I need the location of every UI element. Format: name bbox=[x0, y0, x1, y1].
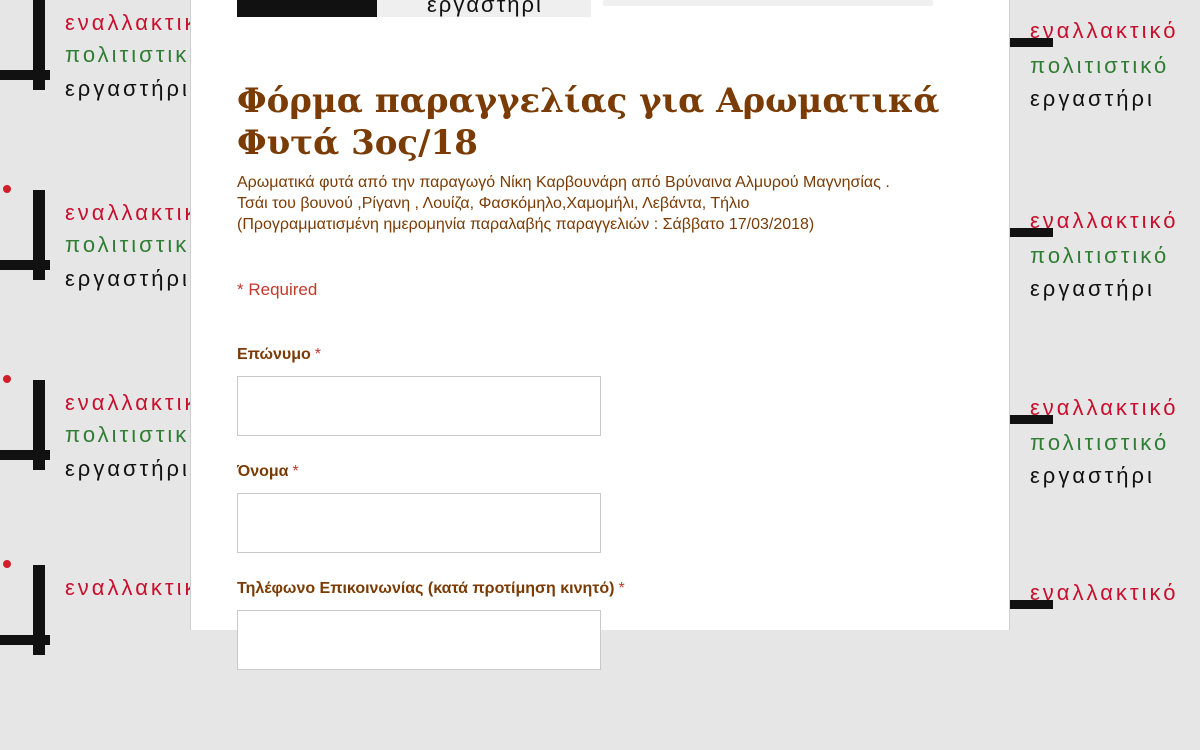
background-logo-tile: εναλλακτικό bbox=[0, 555, 210, 735]
question-first-name: Όνομα * bbox=[237, 463, 601, 553]
required-star: * bbox=[314, 346, 321, 363]
form-panel: εργαστήρι Φόρμα παραγγελίας για Αρωματικ… bbox=[190, 0, 1010, 670]
required-star: * bbox=[292, 463, 299, 480]
question-label: Επώνυμο * bbox=[237, 346, 321, 363]
form-description: Αρωματικά φυτά από την παραγωγό Νίκη Καρ… bbox=[237, 174, 890, 233]
question-surname: Επώνυμο * bbox=[237, 346, 601, 436]
question-label: Τηλέφωνο Επικοινωνίας (κατά προτίμηση κι… bbox=[237, 580, 625, 597]
phone-input[interactable] bbox=[237, 610, 601, 670]
background-logo-tile: εναλλακτικό πολιτιστικό εργαστήρι bbox=[1008, 8, 1200, 188]
background-logo-tile: εναλλακτικό πολιτιστικό εργαστήρι bbox=[1008, 385, 1200, 565]
header-strip bbox=[603, 0, 933, 6]
background-logo-tile: εναλλακτικό πολιτιστικό εργαστήρι bbox=[0, 0, 210, 170]
background-logo-tile: εναλλακτικό πολιτιστικό εργαστήρι bbox=[0, 370, 210, 550]
header-logo-image: εργαστήρι bbox=[237, 0, 591, 17]
first-name-input[interactable] bbox=[237, 493, 601, 553]
form-title: Φόρμα παραγγελίας για Αρωματικά Φυτά 3ος… bbox=[237, 81, 940, 163]
required-star: * bbox=[618, 580, 625, 597]
surname-input[interactable] bbox=[237, 376, 601, 436]
background-logo-tile: εναλλακτικό bbox=[1008, 570, 1200, 750]
header-logo-text: εργαστήρι bbox=[427, 0, 543, 17]
required-note: * Required bbox=[237, 280, 318, 299]
background-logo-tile: εναλλακτικό πολιτιστικό εργαστήρι bbox=[1008, 198, 1200, 378]
background-logo-tile: εναλλακτικό πολιτιστικό εργαστήρι bbox=[0, 180, 210, 360]
question-phone: Τηλέφωνο Επικοινωνίας (κατά προτίμηση κι… bbox=[237, 580, 625, 670]
question-label: Όνομα * bbox=[237, 463, 299, 480]
